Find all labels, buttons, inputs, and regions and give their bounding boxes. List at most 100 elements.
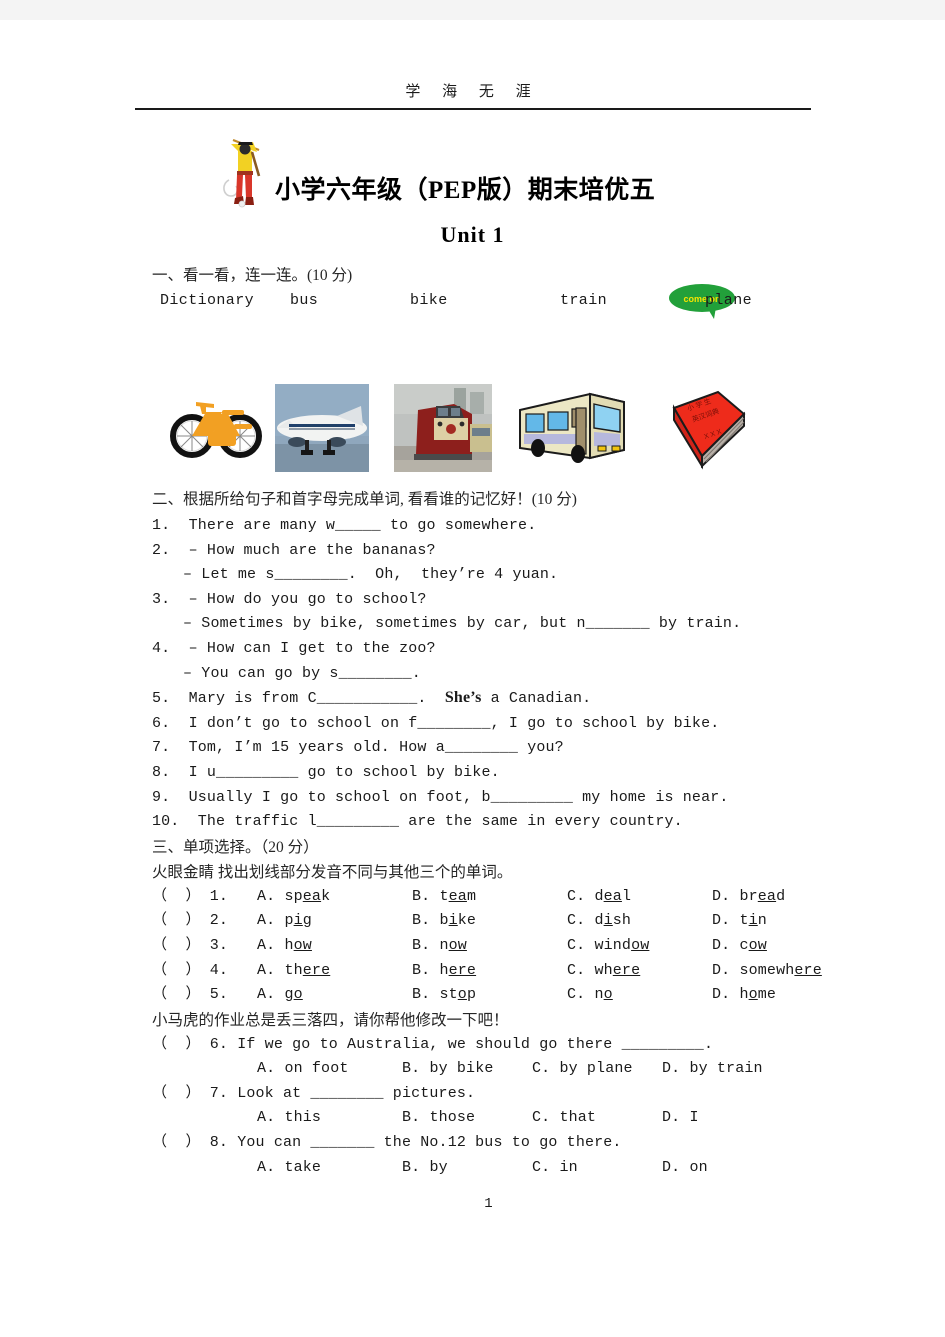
page-title-prefix: 小学六年级（	[275, 177, 429, 204]
pronunciation-option[interactable]: A. pig	[257, 909, 312, 934]
option-underlined-part: o	[293, 986, 303, 1004]
train-picture	[394, 384, 492, 472]
section-2-item-line: 10. The traffic l_________ are the same …	[152, 813, 683, 831]
pronunciation-option[interactable]: D. somewhere	[712, 959, 822, 984]
answer-bracket[interactable]: （ ） 8.	[152, 1134, 237, 1151]
option-word-part: sh	[612, 912, 632, 930]
option-word-part: m	[466, 887, 477, 905]
section-1-word-list: Dictionary bus bike train plane	[160, 290, 825, 312]
pronunciation-option[interactable]: B. stop	[412, 983, 476, 1008]
option-label: A.	[257, 961, 285, 979]
svg-text:CHINA SOUTHERN: CHINA SOUTHERN	[303, 423, 339, 428]
choice-option-row: A. on foot B. by bike C. by plane D. by tra…	[152, 1057, 825, 1082]
choice-option[interactable]: D. by train	[662, 1057, 763, 1082]
section-2-item-line: – You can go by s________.	[183, 664, 421, 682]
pronunciation-option[interactable]: A. there	[257, 959, 330, 984]
document-page: 学 海 无 涯 小学六年级（PEP版）期末培优五 come on Unit 1 …	[0, 20, 945, 1337]
item-text: 5. Mary is from C___________.	[152, 690, 445, 708]
answer-bracket[interactable]: （ ） 6.	[152, 1036, 237, 1053]
pronunciation-option[interactable]: A. how	[257, 934, 312, 959]
pronunciation-option[interactable]: C. dish	[567, 909, 631, 934]
choice-option[interactable]: C. in	[532, 1156, 578, 1181]
pronunciation-option[interactable]: A. speak	[257, 885, 330, 910]
option-underlined-part: o	[748, 986, 758, 1004]
option-word-part: n	[594, 986, 604, 1004]
option-word-part: g	[284, 986, 294, 1004]
section-1-word: bike	[410, 292, 448, 309]
option-label: C.	[567, 887, 595, 905]
option-underlined-part: ere	[612, 961, 641, 979]
choice-option[interactable]: B. by bike	[402, 1057, 494, 1082]
pronunciation-option[interactable]: B. here	[412, 959, 476, 984]
page-header-watermark: 学 海 无 涯	[405, 84, 540, 100]
dictionary-picture: 小 学 生 英汉词典 X X X	[672, 390, 746, 470]
option-word-part: wind	[594, 936, 632, 954]
pronunciation-option[interactable]: D. home	[712, 983, 776, 1008]
choice-option[interactable]: B. those	[402, 1106, 475, 1131]
pronunciation-option[interactable]: C. no	[567, 983, 613, 1008]
pronunciation-option[interactable]: C. window	[567, 934, 649, 959]
choice-option[interactable]: C. by plane	[532, 1057, 633, 1082]
option-label: B.	[412, 912, 440, 930]
answer-bracket[interactable]: （ ） 1.	[152, 885, 228, 910]
answer-bracket[interactable]: （ ） 2.	[152, 909, 228, 934]
pronunciation-option[interactable]: D. tin	[712, 909, 767, 934]
choice-question-stem: （ ） 6. If we go to Australia, we should …	[152, 1033, 825, 1058]
airplane-picture: CHINA SOUTHERN	[275, 384, 369, 472]
page-number: 1	[484, 1196, 493, 1213]
option-label: D.	[712, 912, 740, 930]
option-label: D.	[712, 961, 740, 979]
option-word-part: ke	[457, 912, 477, 930]
pronunciation-option[interactable]: B. now	[412, 934, 467, 959]
pronunciation-option[interactable]: B. bike	[412, 909, 476, 934]
option-word-part: h	[739, 986, 749, 1004]
option-word-part: n	[439, 936, 449, 954]
choice-option[interactable]: D. I	[662, 1106, 699, 1131]
option-underlined-part: ea	[448, 887, 467, 905]
option-word-part: k	[321, 887, 331, 905]
option-underlined-part: o	[603, 986, 613, 1004]
choice-question-stem: （ ） 7. Look at ________ pictures.	[152, 1082, 825, 1107]
choice-question-text: If we go to Australia, we should go ther…	[237, 1035, 714, 1053]
option-underlined-part: i	[603, 912, 613, 930]
section-2-items: 1. There are many w_____ to go somewhere…	[152, 514, 825, 835]
choice-option[interactable]: A. take	[257, 1156, 321, 1181]
bus-picture	[519, 392, 625, 463]
option-word-part: d	[594, 912, 604, 930]
option-word-part: me	[757, 986, 777, 1004]
section-2-item-line: 3. – How do you go to school?	[152, 590, 427, 608]
item-text-emphasis: She’s	[444, 689, 482, 707]
bicycle-picture	[170, 402, 262, 458]
document-body: 一、看一看，连一连。(10 分) Dictionary bus bike train p…	[0, 264, 945, 1212]
choice-option[interactable]: A. on foot	[257, 1057, 349, 1082]
pronunciation-question-row: （ ） 3. A. how B. now C. window D. cow	[152, 934, 825, 959]
choice-option[interactable]: B. by	[402, 1156, 448, 1181]
choice-option[interactable]: C. that	[532, 1106, 596, 1131]
section-2-item-line: 9. Usually I go to school on foot, b____…	[152, 788, 729, 806]
answer-bracket[interactable]: （ ） 4.	[152, 959, 228, 984]
answer-bracket[interactable]: （ ） 7.	[152, 1085, 237, 1102]
pronunciation-option[interactable]: D. cow	[712, 934, 767, 959]
answer-bracket[interactable]: （ ） 5.	[152, 983, 228, 1008]
section-2-heading: 二、根据所给句子和首字母完成单词, 看看谁的记忆好！(10 分)	[152, 491, 577, 508]
page-title: 小学六年级（PEP版）期末培优五	[275, 170, 655, 206]
choice-option[interactable]: D. on	[662, 1156, 708, 1181]
option-label: D.	[712, 936, 740, 954]
option-word-part: sp	[284, 887, 303, 905]
pronunciation-option[interactable]: D. bread	[712, 885, 785, 910]
option-underlined-part: i	[448, 912, 458, 930]
section-2-item-line: 4. – How can I get to the zoo?	[152, 639, 436, 657]
option-label: A.	[257, 936, 285, 954]
section-2-item-line: 7. Tom, I’m 15 years old. How a________ …	[152, 739, 564, 757]
page-title-suffix: 版）期末培优五	[476, 177, 656, 204]
pronunciation-option[interactable]: C. deal	[567, 885, 631, 910]
pronunciation-option[interactable]: B. team	[412, 885, 476, 910]
section-2-item-line: 8. I u_________ go to school by bike.	[152, 763, 500, 781]
cowboy-clipart-icon	[219, 134, 267, 210]
option-underlined-part: ow	[448, 936, 467, 954]
answer-bracket[interactable]: （ ） 3.	[152, 934, 228, 959]
section-2-item-line: 6. I don’t go to school on f________, I …	[152, 714, 720, 732]
pronunciation-option[interactable]: A. go	[257, 983, 303, 1008]
pronunciation-option[interactable]: C. where	[567, 959, 640, 984]
choice-option[interactable]: A. this	[257, 1106, 321, 1131]
